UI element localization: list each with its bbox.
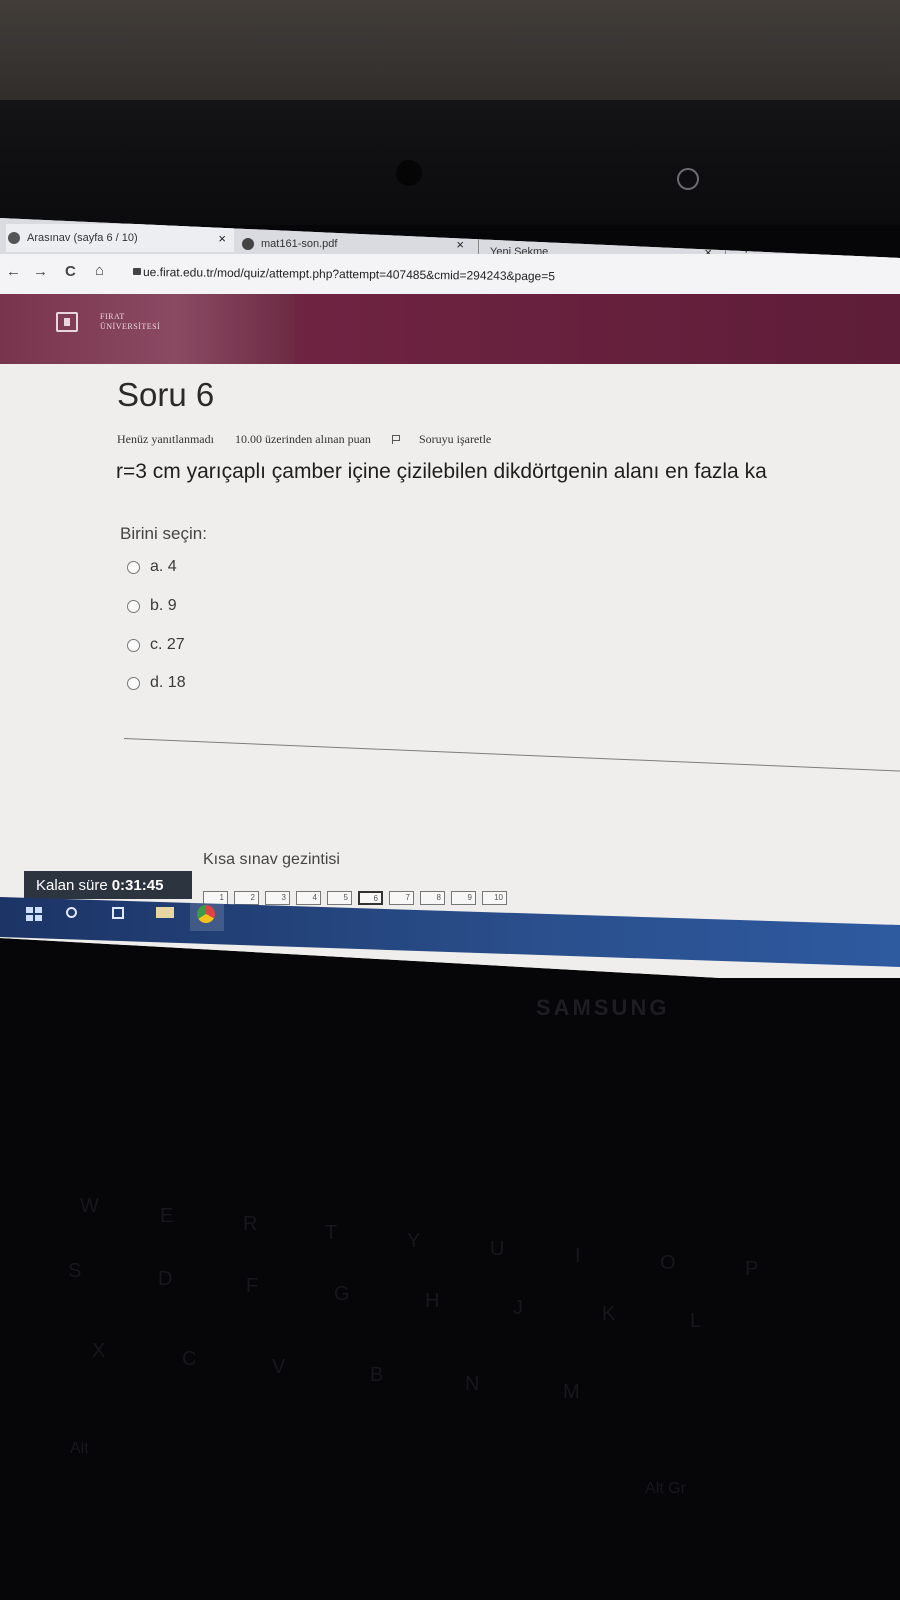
section-divider (123, 738, 900, 773)
university-name: FIRAT ÜNİVERSİTESİ (100, 312, 160, 332)
page-button-5[interactable]: 5 (327, 891, 352, 905)
tab-quiz[interactable]: Arasınav (sayfa 6 / 10) × (6, 224, 234, 252)
question-title: Soru 6 (117, 376, 215, 413)
key-x: X (92, 1340, 106, 1362)
answer-prompt: Birini seçin: (120, 524, 207, 543)
page-button-9[interactable]: 9 (451, 891, 476, 905)
camera-indicator (677, 168, 699, 190)
windows-icon[interactable] (26, 907, 42, 921)
key-e: E (160, 1205, 174, 1227)
option-label: a. 4 (150, 558, 177, 575)
globe-favicon-icon (242, 238, 254, 250)
logo-line-2: ÜNİVERSİTESİ (100, 322, 161, 331)
task-view-icon[interactable] (112, 907, 124, 919)
close-tab-icon[interactable]: × (456, 237, 464, 252)
flag-label: Soruyu işaretle (418, 432, 492, 446)
page-button-1[interactable]: 1 (203, 891, 228, 905)
back-button[interactable]: ← (6, 263, 21, 280)
key-alt-gr: Alt Gr (645, 1480, 686, 1497)
page-button-8[interactable]: 8 (420, 891, 445, 905)
laptop-brand-logo: SAMSUNG (536, 995, 670, 1020)
key-s: S (68, 1260, 82, 1282)
quiz-navigation-title: Kısa sınav gezintisi (203, 851, 340, 868)
key-l: L (690, 1310, 702, 1332)
address-bar-row: ← → C ⌂ ue.firat.edu.tr/mod/quiz/attempt… (0, 254, 900, 294)
page-button-2[interactable]: 2 (234, 891, 259, 905)
page-button-7[interactable]: 7 (389, 891, 414, 905)
radio-button[interactable] (127, 599, 140, 613)
key-alt: Alt (70, 1440, 89, 1457)
page-button-4[interactable]: 4 (296, 891, 321, 905)
university-logo-icon[interactable] (56, 312, 78, 332)
search-icon[interactable] (66, 907, 77, 918)
key-i: I (575, 1245, 581, 1267)
site-header: FIRAT ÜNİVERSİTESİ (0, 294, 900, 364)
key-n: N (465, 1373, 480, 1395)
logo-line-1: FIRAT (100, 312, 125, 321)
answer-option-b[interactable]: b. 9 (127, 597, 177, 615)
radio-button[interactable] (127, 560, 140, 574)
answer-option-c[interactable]: c. 27 (127, 636, 185, 654)
quiz-page-navigation: 1 2 3 4 5 6 7 8 9 10 (203, 891, 513, 905)
question-text: r=3 cm yarıçaplı çamber içine çizilebile… (116, 460, 767, 483)
url-field[interactable]: ue.firat.edu.tr/mod/quiz/attempt.php?att… (143, 265, 555, 283)
key-u: U (490, 1238, 505, 1260)
key-y: Y (407, 1230, 421, 1252)
answer-option-d[interactable]: d. 18 (127, 674, 186, 692)
question-info: Henüz yanıtlanmadı 10.00 üzerinden alına… (117, 432, 527, 447)
page-button-10[interactable]: 10 (482, 891, 507, 905)
quiz-content: Soru 6 Henüz yanıtlanmadı 10.00 üzerinde… (0, 364, 900, 978)
key-j: J (513, 1297, 523, 1319)
webcam (396, 160, 422, 186)
radio-button[interactable] (127, 676, 140, 690)
key-v: V (272, 1356, 286, 1378)
tab-title: Arasınav (sayfa 6 / 10) (27, 232, 138, 244)
time-remaining: Kalan süre 0:31:45 (24, 871, 192, 899)
page-button-6[interactable]: 6 (358, 891, 383, 905)
key-w: W (80, 1195, 99, 1217)
key-f: F (246, 1275, 259, 1297)
question-points: 10.00 üzerinden alınan puan (234, 432, 371, 446)
key-r: R (243, 1213, 258, 1235)
key-c: C (182, 1348, 197, 1370)
option-label: c. 27 (150, 636, 185, 653)
answer-option-a[interactable]: a. 4 (127, 558, 177, 576)
page-button-3[interactable]: 3 (265, 891, 290, 905)
key-t: T (325, 1222, 338, 1244)
key-h: H (425, 1290, 440, 1312)
reload-button[interactable]: C (65, 263, 76, 280)
timer-value: 0:31:45 (111, 876, 164, 894)
key-b: B (370, 1364, 384, 1386)
chrome-icon[interactable] (197, 905, 215, 923)
laptop-screen: Arasınav (sayfa 6 / 10) × mat161-son.pdf… (0, 218, 900, 978)
question-status: Henüz yanıtlanmadı (117, 432, 214, 446)
flag-icon (391, 435, 401, 444)
timer-label: Kalan süre (36, 876, 108, 894)
key-o: O (660, 1252, 676, 1274)
moodle-favicon-icon (8, 232, 20, 244)
radio-button[interactable] (127, 638, 140, 652)
key-k: K (602, 1303, 616, 1325)
key-p: P (745, 1258, 759, 1280)
tab-title: mat161-son.pdf (261, 238, 338, 250)
forward-button[interactable]: → (33, 263, 48, 280)
option-label: b. 9 (150, 597, 177, 614)
laptop-bezel (0, 100, 900, 225)
flag-question-link[interactable]: Soruyu işaretle (391, 432, 509, 446)
close-tab-icon[interactable]: × (218, 231, 226, 246)
key-d: D (158, 1268, 173, 1290)
option-label: d. 18 (150, 674, 186, 691)
lock-icon (133, 268, 141, 275)
file-explorer-icon[interactable] (156, 907, 174, 918)
key-m: M (563, 1381, 580, 1403)
home-button[interactable]: ⌂ (95, 262, 104, 279)
key-g: G (334, 1283, 350, 1305)
